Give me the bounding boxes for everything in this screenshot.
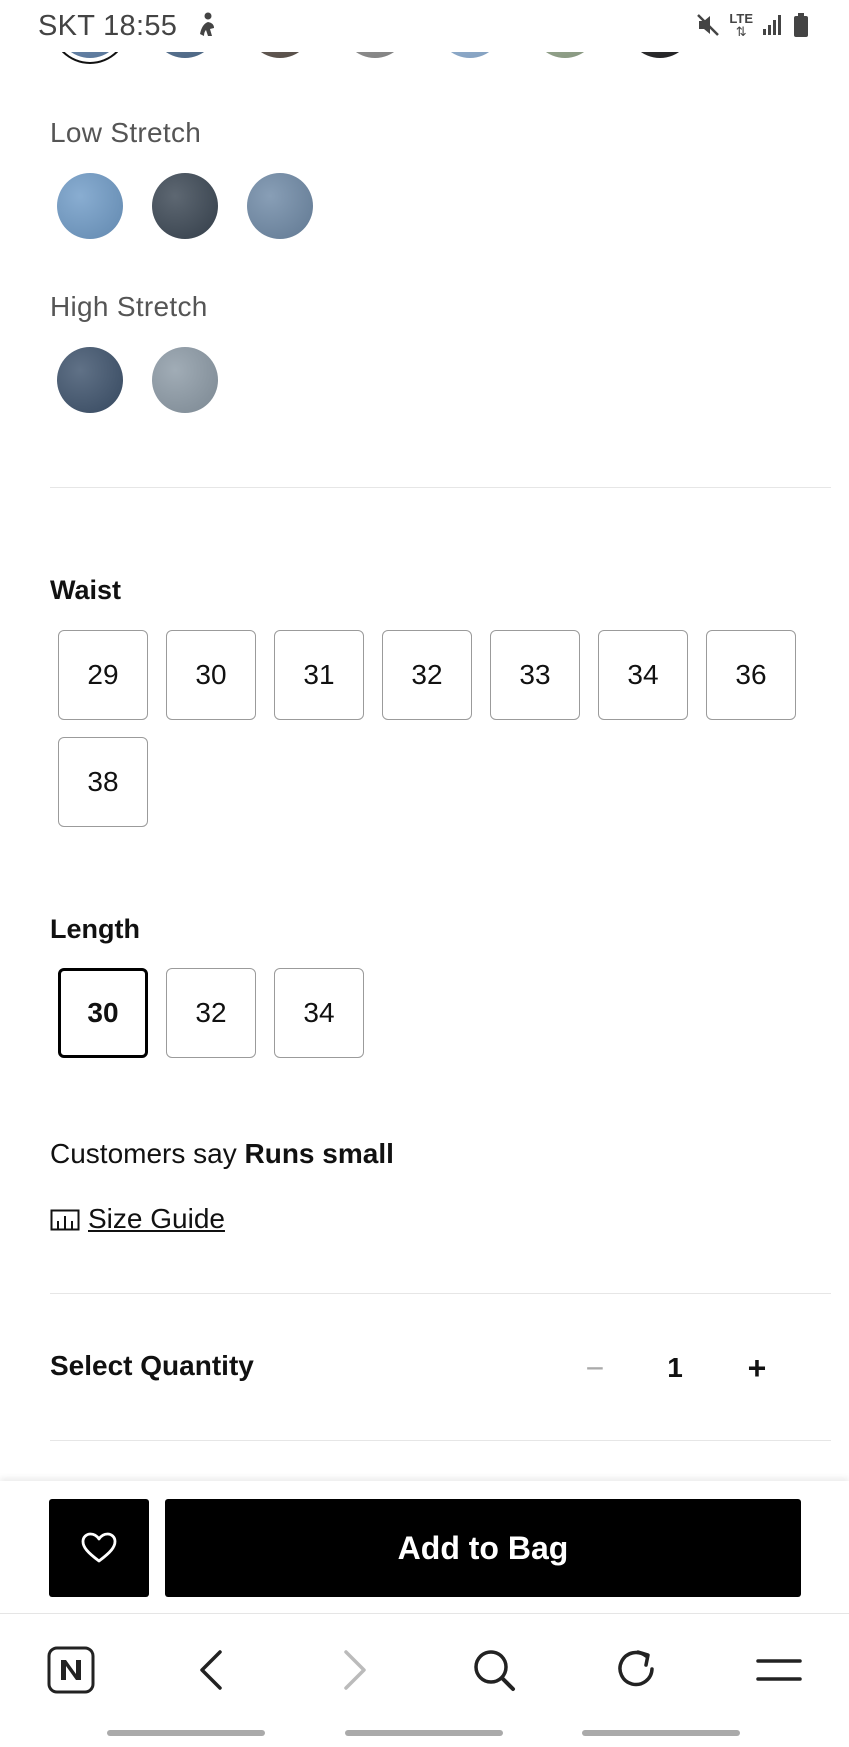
waist-size-option[interactable]: 36	[706, 630, 796, 720]
waist-size-option[interactable]: 30	[166, 630, 256, 720]
divider	[50, 487, 831, 488]
low-stretch-label: Low Stretch	[50, 117, 202, 148]
quantity-value: 1	[667, 1352, 683, 1383]
increase-quantity-button[interactable]: +	[742, 1350, 772, 1390]
status-bar: SKT 18:55 LTE ⇅	[0, 0, 849, 52]
low-stretch-color-swatch[interactable]	[247, 173, 313, 239]
battery-icon	[794, 13, 808, 37]
quantity-label: Select Quantity	[50, 1350, 254, 1381]
decrease-quantity-button[interactable]: −	[580, 1350, 610, 1390]
add-to-bag-button[interactable]: Add to Bag	[165, 1499, 801, 1597]
back-icon[interactable]	[181, 1640, 241, 1700]
low-stretch-color-swatch[interactable]	[57, 173, 123, 239]
refresh-icon[interactable]	[607, 1640, 667, 1700]
action-bar: Add to Bag	[0, 1481, 849, 1613]
nav-gesture-bar	[107, 1730, 265, 1736]
low-stretch-swatches	[57, 173, 313, 239]
naver-home-icon[interactable]	[41, 1640, 101, 1700]
signal-icon	[763, 15, 781, 35]
fit-prefix: Customers say	[50, 1138, 237, 1169]
length-size-grid: 30 32 34	[58, 968, 849, 1058]
ruler-icon	[50, 1209, 80, 1231]
waist-size-grid: 29 30 31 32 33 34 36 38	[58, 630, 849, 827]
size-guide-link[interactable]: Size Guide	[50, 1203, 225, 1235]
browser-toolbar	[0, 1613, 849, 1747]
search-icon[interactable]	[464, 1640, 524, 1700]
fit-value: Runs small	[244, 1138, 394, 1169]
length-size-option[interactable]: 34	[274, 968, 364, 1058]
status-time: SKT 18:55	[38, 10, 178, 42]
menu-icon[interactable]	[749, 1640, 809, 1700]
high-stretch-label: High Stretch	[50, 291, 208, 322]
length-title: Length	[50, 914, 140, 944]
lte-indicator: LTE ⇅	[729, 12, 753, 38]
wishlist-button[interactable]	[49, 1499, 149, 1597]
length-size-option[interactable]: 32	[166, 968, 256, 1058]
high-stretch-color-swatch[interactable]	[152, 347, 218, 413]
high-stretch-color-swatch[interactable]	[57, 347, 123, 413]
waist-size-option[interactable]: 38	[58, 737, 148, 827]
waist-size-option[interactable]: 32	[382, 630, 472, 720]
heart-icon	[81, 1532, 117, 1563]
forward-icon[interactable]	[325, 1640, 385, 1700]
low-stretch-color-swatch[interactable]	[152, 173, 218, 239]
waist-size-option[interactable]: 33	[490, 630, 580, 720]
status-icons: LTE ⇅	[695, 12, 809, 38]
nav-gesture-bar	[345, 1730, 503, 1736]
divider	[50, 1293, 831, 1294]
nav-gesture-bar	[582, 1730, 740, 1736]
data-arrows-icon: ⇅	[735, 24, 747, 39]
fit-feedback: Customers say Runs small	[50, 1138, 394, 1170]
length-size-option[interactable]: 30	[58, 968, 148, 1058]
waist-title: Waist	[50, 575, 122, 605]
high-stretch-swatches	[57, 347, 218, 413]
waist-size-option[interactable]: 34	[598, 630, 688, 720]
accessibility-person-icon	[200, 12, 214, 36]
waist-size-option[interactable]: 29	[58, 630, 148, 720]
waist-size-option[interactable]: 31	[274, 630, 364, 720]
size-guide-label[interactable]: Size Guide	[88, 1203, 225, 1235]
divider	[50, 1440, 831, 1441]
mute-icon	[697, 14, 720, 36]
